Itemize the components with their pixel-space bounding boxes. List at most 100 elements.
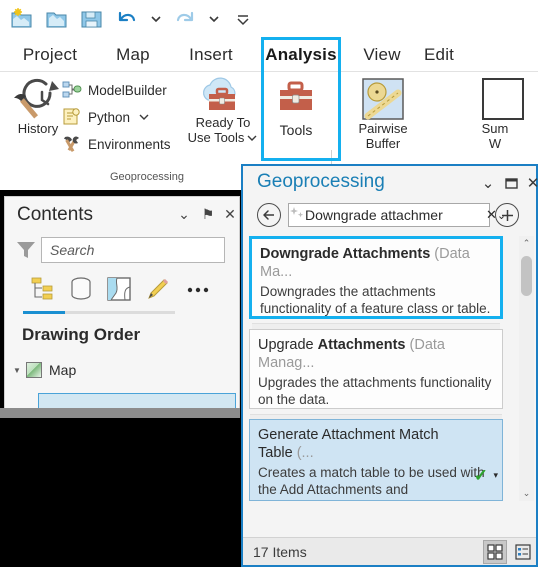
viewport-cutoff-area bbox=[0, 418, 240, 567]
summarize-within-icon bbox=[482, 78, 524, 120]
environments-icon bbox=[64, 136, 79, 153]
contents-search-box[interactable] bbox=[41, 237, 232, 263]
history-label: History bbox=[17, 121, 59, 136]
result-title: Upgrade Attachments (Data Manag... bbox=[250, 330, 502, 372]
customize-quick-access-icon[interactable] bbox=[235, 7, 251, 31]
geoprocessing-titlebar: Geoprocessing ⌄ ✕ bbox=[243, 166, 538, 200]
history-button[interactable]: History bbox=[6, 78, 70, 146]
viewport-cutoff-strip bbox=[0, 408, 240, 418]
contents-toolbar bbox=[19, 275, 229, 307]
ai-search-icon bbox=[289, 206, 305, 225]
list-by-drawing-order-icon[interactable] bbox=[29, 275, 59, 305]
ready-to-use-tools-label-line1: Ready To bbox=[195, 115, 251, 130]
geoprocessing-title: Geoprocessing bbox=[257, 171, 385, 192]
tab-edit[interactable]: Edit bbox=[424, 38, 474, 71]
grid-view-icon bbox=[487, 544, 503, 560]
scroll-up-icon[interactable]: ⌃ bbox=[519, 236, 534, 251]
result-title-plain: Generate Attachment Match Table bbox=[258, 427, 439, 461]
geoprocessing-scrollbar[interactable]: ⌃ ⌄ bbox=[519, 236, 534, 501]
geoprocessing-pane: Geoprocessing ⌄ ✕ Downgrade attachmer ✕ … bbox=[241, 164, 538, 567]
summarize-within-button[interactable]: Sum W bbox=[470, 76, 538, 152]
scrollbar-thumb[interactable] bbox=[521, 256, 532, 296]
contents-toolbar-scroll-track[interactable] bbox=[23, 311, 175, 314]
geoprocessing-group-label: Geoprocessing bbox=[110, 171, 184, 183]
pairwise-buffer-icon bbox=[362, 78, 404, 120]
undo-icon[interactable] bbox=[115, 7, 139, 31]
environments-label: Environments bbox=[88, 136, 171, 152]
modelbuilder-icon bbox=[62, 81, 82, 98]
pairwise-buffer-label-line2: Buffer bbox=[365, 136, 401, 151]
geoprocessing-results-list: Downgrade Attachments (Data Ma... Downgr… bbox=[249, 236, 517, 501]
summarize-within-label-line1: Sum bbox=[481, 121, 509, 136]
modelbuilder-button[interactable]: ModelBuilder bbox=[62, 79, 167, 101]
gp-back-button[interactable] bbox=[257, 203, 281, 227]
python-button[interactable]: Python bbox=[62, 106, 151, 128]
result-description: Downgrades the attachments functionality… bbox=[260, 284, 491, 316]
result-title: Downgrade Attachments (Data Ma... bbox=[252, 239, 500, 281]
list-view-icon bbox=[515, 544, 531, 560]
result-card-generate-attachment-match-table[interactable]: Generate Attachment Match Table (... Cre… bbox=[249, 419, 503, 501]
list-by-editing-icon[interactable] bbox=[143, 275, 173, 305]
contents-tree-item-label: Map bbox=[49, 362, 77, 378]
new-project-icon[interactable] bbox=[10, 7, 34, 31]
quick-access-toolbar bbox=[0, 0, 538, 38]
gp-close-icon[interactable]: ✕ bbox=[524, 174, 538, 192]
result-card-upgrade-attachments[interactable]: Upgrade Attachments (Data Manag... Upgra… bbox=[249, 329, 503, 440]
contents-close-icon[interactable]: ✕ bbox=[221, 205, 239, 223]
favorite-check-icon[interactable]: ✓ bbox=[474, 466, 488, 486]
contents-toolbar-scroll-thumb[interactable] bbox=[23, 311, 65, 314]
list-by-data-source-icon[interactable] bbox=[67, 275, 97, 305]
gp-menu-icon[interactable]: ⌄ bbox=[479, 174, 497, 192]
contents-menu-icon[interactable]: ⌄ bbox=[175, 205, 193, 223]
ready-to-use-tools-button[interactable]: Ready To Use Tools bbox=[185, 76, 261, 152]
more-options-icon[interactable] bbox=[183, 275, 213, 305]
contents-pin-icon[interactable]: ⚑ bbox=[199, 205, 217, 223]
cloud-toolbox-icon bbox=[202, 77, 236, 110]
item-count-label: 17 Items bbox=[253, 543, 307, 560]
list-by-selection-icon[interactable] bbox=[105, 275, 135, 305]
tools-button[interactable]: Tools bbox=[266, 76, 326, 152]
tab-analysis[interactable]: Analysis bbox=[262, 38, 340, 71]
tab-project[interactable]: Project bbox=[6, 38, 94, 71]
environments-button[interactable]: Environments bbox=[62, 133, 171, 155]
ribbon-tabstrip: Project Map Insert Analysis View Edit bbox=[0, 38, 474, 107]
list-view-button[interactable] bbox=[511, 540, 535, 564]
contents-tree-item-map[interactable]: ▼ Map bbox=[5, 359, 239, 381]
tabstrip-right-filler bbox=[473, 0, 538, 71]
gp-search-input[interactable] bbox=[305, 207, 486, 223]
gp-add-button[interactable] bbox=[495, 203, 519, 227]
geoprocessing-statusbar: 17 Items bbox=[243, 537, 536, 565]
tab-map[interactable]: Map bbox=[100, 38, 166, 71]
screenshot-root: Project Map Insert Analysis View Edit Hi… bbox=[0, 0, 538, 567]
map-icon bbox=[26, 362, 42, 378]
pairwise-buffer-button[interactable]: Pairwise Buffer bbox=[344, 76, 422, 152]
gp-maximize-icon[interactable] bbox=[502, 174, 520, 192]
python-dropdown-icon bbox=[139, 114, 149, 120]
undo-dropdown-icon[interactable] bbox=[150, 7, 162, 31]
python-label: Python bbox=[88, 109, 131, 125]
save-project-icon[interactable] bbox=[80, 7, 104, 31]
result-card-downgrade-attachments[interactable]: Downgrade Attachments (Data Ma... Downgr… bbox=[249, 236, 503, 349]
result-description: Creates a match table to be used with th… bbox=[258, 465, 485, 497]
grid-view-button[interactable] bbox=[483, 540, 507, 564]
redo-icon[interactable] bbox=[173, 7, 197, 31]
ready-to-use-tools-label-line2: Use Tools bbox=[187, 130, 245, 145]
expand-collapse-icon[interactable]: ▼ bbox=[10, 366, 24, 375]
toolbox-icon bbox=[280, 81, 312, 110]
contents-title: Contents bbox=[17, 204, 94, 225]
python-icon bbox=[63, 108, 80, 125]
result-title-plain: Upgrade bbox=[258, 337, 318, 353]
tools-label: Tools bbox=[279, 122, 313, 138]
contents-filter-icon[interactable] bbox=[15, 239, 37, 261]
scroll-down-icon[interactable]: ⌄ bbox=[519, 486, 534, 501]
summarize-within-label-line2: W bbox=[488, 136, 502, 151]
open-project-icon[interactable] bbox=[45, 7, 69, 31]
favorite-dropdown-icon[interactable]: ▾ bbox=[493, 470, 498, 481]
contents-search-input[interactable] bbox=[50, 242, 232, 258]
gp-search-box[interactable]: ✕ ⌄ bbox=[288, 203, 506, 227]
application-ribbon: Project Map Insert Analysis View Edit Hi… bbox=[0, 0, 538, 216]
redo-dropdown-icon[interactable] bbox=[208, 7, 220, 31]
tab-insert[interactable]: Insert bbox=[172, 38, 250, 71]
result-title: Generate Attachment Match Table (... bbox=[250, 420, 502, 462]
tab-view[interactable]: View bbox=[350, 38, 414, 71]
